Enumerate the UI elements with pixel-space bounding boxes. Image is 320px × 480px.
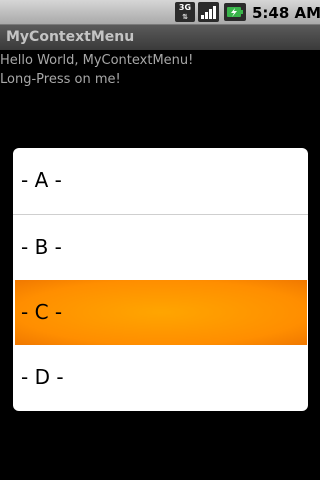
screen: 3G ⇅ 5:48 AM MyContextMenu Hello World, …: [0, 0, 320, 480]
network-type-label: 3G: [178, 3, 192, 12]
title-bar: MyContextMenu: [0, 25, 320, 50]
context-menu-item-d[interactable]: - D -: [13, 345, 308, 410]
status-bar: 3G ⇅ 5:48 AM: [0, 0, 320, 25]
context-menu-item-b[interactable]: - B -: [13, 215, 308, 280]
long-press-text[interactable]: Long-Press on me!: [0, 70, 320, 89]
menu-item-label: - D -: [21, 365, 64, 389]
network-3g-icon: 3G ⇅: [175, 2, 195, 22]
content-area[interactable]: Hello World, MyContextMenu! Long-Press o…: [0, 51, 320, 89]
app-title: MyContextMenu: [6, 29, 135, 45]
signal-strength-icon: [198, 2, 219, 22]
status-time: 5:48 AM: [252, 4, 320, 22]
hello-text: Hello World, MyContextMenu!: [0, 53, 194, 68]
context-menu: - A - - B - - C - - D -: [13, 148, 308, 411]
menu-item-label: - B -: [21, 235, 62, 259]
battery-charging-icon: [224, 3, 246, 21]
menu-item-label: - A -: [21, 168, 62, 192]
menu-item-label: - C -: [21, 300, 63, 324]
context-menu-item-a[interactable]: - A -: [13, 148, 308, 213]
context-menu-item-c[interactable]: - C -: [15, 280, 307, 345]
